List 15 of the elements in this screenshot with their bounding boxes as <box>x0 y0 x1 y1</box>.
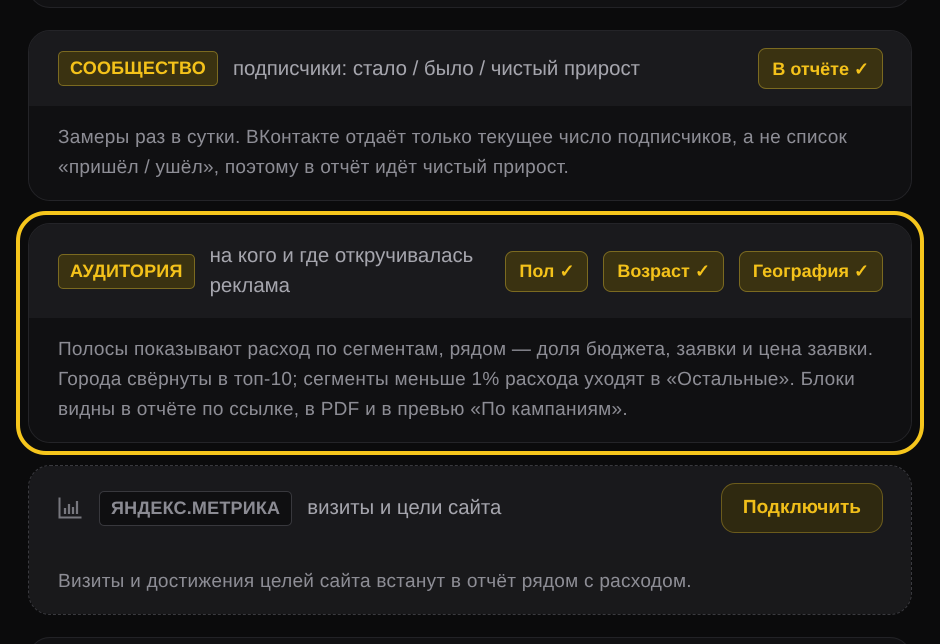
connect-button[interactable]: Подключить <box>720 483 883 533</box>
source-badge: АУДИТОРИЯ <box>58 254 195 288</box>
note-text: Визиты и достижения целей сайта встанут в отчёт рядом с расходом. <box>58 570 693 594</box>
source-badge: ЯНДЕКС.МЕТРИКА <box>99 490 292 526</box>
status-tag: География ✓ <box>738 250 883 292</box>
card-subtitle: визиты и цели сайта <box>307 496 502 521</box>
status-tag: В отчёте ✓ <box>758 48 883 89</box>
note-text: Полосы показывают расход по сегментам, рядом — доля бюджета, заявки и цена заявки. Города свёрнуты в топ-10; сегменты меньше 1% расхода уходят в «Остальные». Блоки видны в отчёте по ссылке, в PDF и в превью «По кампаниям». <box>58 338 874 422</box>
card-subtitle: подписчики: стало / было / чистый прирост <box>232 56 641 82</box>
card-subtitle: на кого и где откручивалась реклама <box>210 244 474 299</box>
note-text: Замеры раз в сутки. ВКонтакте отдаёт только текущее число подписчиков, а не список «пришёл / ушёл», поэтому в отчёт идёт чистый прирост. <box>58 126 848 180</box>
bar-chart-icon <box>58 497 82 519</box>
status-tag: Пол ✓ <box>505 250 588 292</box>
source-badge: СООБЩЕСТВО <box>58 51 218 86</box>
status-tag: Возраст ✓ <box>603 250 724 292</box>
